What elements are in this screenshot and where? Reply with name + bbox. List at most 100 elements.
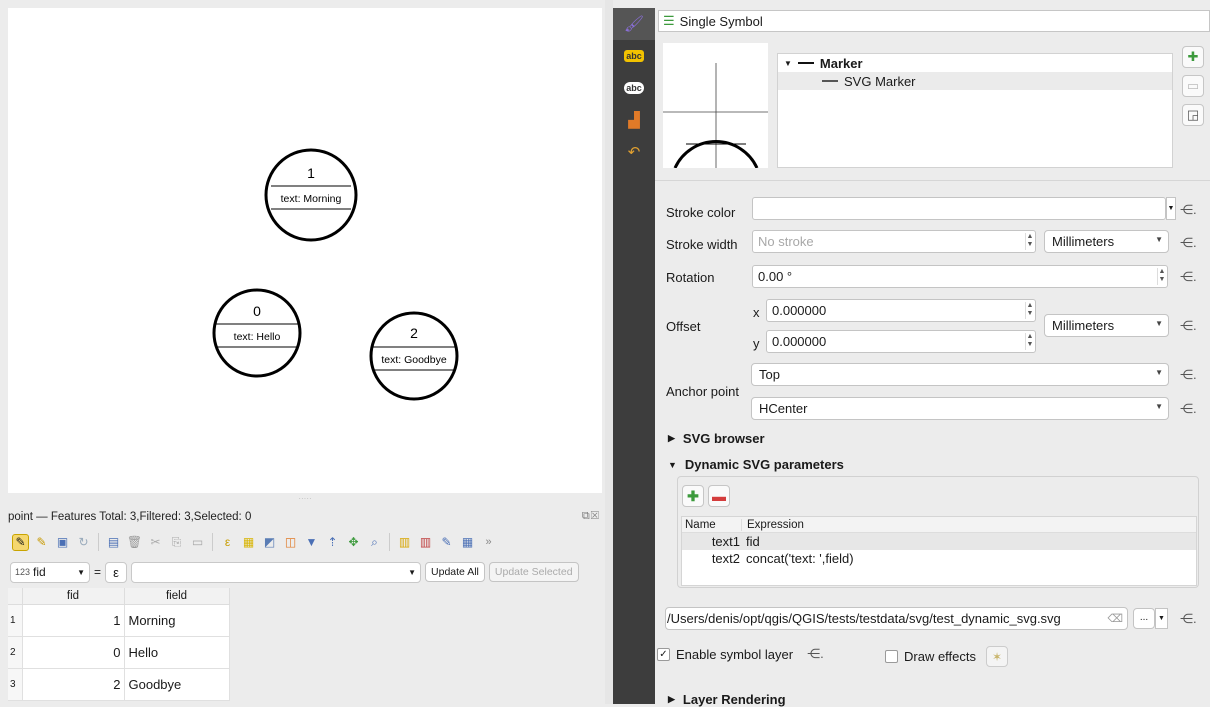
offset-unit-select[interactable]: Millimeters ▼ (1044, 314, 1169, 337)
enable-symbol-layer-checkbox[interactable]: ✓ (657, 647, 670, 661)
renderer-select[interactable]: ☰ Single Symbol (658, 10, 1210, 32)
move-selection-top-icon[interactable]: ⇡ (324, 534, 341, 551)
expression-input[interactable]: ▼ (131, 561, 422, 583)
row-number[interactable]: 2 (8, 636, 23, 669)
spinbox-arrows-icon[interactable]: ▲ ▼ (1025, 233, 1034, 250)
paste-icon[interactable]: ▭ (189, 534, 206, 551)
table-row[interactable]: 1 1 Morning (8, 604, 230, 637)
tab-history[interactable]: ↶ (613, 136, 655, 168)
data-defined-icon[interactable]: ⋲. (1180, 269, 1197, 285)
cell-field[interactable]: Morning (124, 604, 230, 637)
zoom-map-icon[interactable]: ⌕ (366, 534, 383, 551)
column-header-name[interactable]: Name (682, 518, 742, 531)
column-header-field[interactable]: field (124, 588, 230, 605)
draw-effects-checkbox[interactable] (885, 650, 898, 663)
enable-symbol-layer[interactable]: ✓ Enable symbol layer ⋲. (657, 646, 824, 662)
data-defined-icon[interactable]: ⋲. (807, 646, 824, 662)
offset-x-input[interactable]: 0.000000 ▲ ▼ (766, 299, 1036, 322)
select-by-expression-icon[interactable]: ε (219, 534, 236, 551)
multi-edit-icon[interactable]: ✎ (33, 534, 50, 551)
reload-icon[interactable]: ↻ (75, 534, 92, 551)
param-expression[interactable]: concat('text: ',field) (742, 551, 854, 566)
effects-star-icon[interactable]: ✶ (986, 646, 1009, 667)
tab-labels[interactable]: abc (613, 40, 655, 72)
lock-color-button[interactable]: ◲ (1182, 104, 1204, 126)
stroke-width-input[interactable]: No stroke ▲ ▼ (752, 230, 1036, 253)
param-name[interactable]: text2 (682, 551, 742, 566)
delete-field-icon[interactable]: ▥ (417, 534, 434, 551)
add-parameter-button[interactable]: ✚ (682, 485, 704, 507)
cut-icon[interactable]: ✂ (147, 534, 164, 551)
offset-y-input[interactable]: 0.000000 ▲ ▼ (766, 330, 1036, 353)
spinbox-arrows-icon[interactable]: ▲ ▼ (1157, 268, 1166, 285)
table-row[interactable]: 2 0 Hello (8, 636, 230, 669)
map-canvas[interactable]: 1 text: Morning 0 text: Hello 2 text: Go… (8, 8, 602, 493)
stroke-color-dropdown[interactable]: ▼ (1166, 197, 1176, 220)
deselect-icon[interactable]: ◫ (282, 534, 299, 551)
tree-item-marker[interactable]: ▼ Marker (778, 54, 1172, 72)
layer-rendering-section[interactable]: ▶ Layer Rendering (668, 692, 786, 707)
dock-float-close-icons[interactable]: ⧉☒ (582, 510, 600, 523)
expression-button[interactable]: ε (105, 561, 128, 583)
tree-item-svg-marker[interactable]: SVG Marker (778, 72, 1172, 90)
row-number[interactable]: 1 (8, 604, 23, 637)
svg-browser-section[interactable]: ▶ SVG browser (668, 431, 765, 446)
organize-columns-icon[interactable]: ✎ (438, 534, 455, 551)
data-defined-icon[interactable]: ⋲. (1180, 318, 1197, 334)
anchor-horizontal-select[interactable]: HCenter ▼ (751, 397, 1169, 420)
invert-selection-icon[interactable]: ◩ (261, 534, 278, 551)
data-defined-icon[interactable]: ⋲. (1180, 367, 1197, 383)
remove-parameter-button[interactable]: ▬ (708, 485, 730, 507)
vertical-splitter[interactable] (605, 0, 613, 704)
cell-fid[interactable]: 1 (22, 604, 125, 637)
horizontal-splitter[interactable]: ····· (8, 495, 602, 503)
toggle-editing-icon[interactable]: ✎ (12, 533, 29, 551)
update-selected-button[interactable]: Update Selected (488, 562, 579, 582)
select-all-icon[interactable]: ▦ (240, 534, 257, 551)
dynamic-svg-section[interactable]: ▼ Dynamic SVG parameters (668, 457, 844, 472)
pan-map-icon[interactable]: ✥ (345, 534, 362, 551)
delete-feature-icon[interactable]: 🗑 (126, 534, 143, 551)
row-number[interactable]: 3 (8, 668, 23, 701)
cell-field[interactable]: Hello (124, 636, 230, 669)
table-row[interactable]: text2 concat('text: ',field) (682, 550, 1196, 567)
map-feature-1[interactable]: 1 text: Morning (264, 148, 358, 242)
map-feature-0[interactable]: 0 text: Hello (212, 288, 302, 378)
data-defined-icon[interactable]: ⋲. (1180, 611, 1197, 627)
data-defined-icon[interactable]: ⋲. (1180, 235, 1197, 251)
param-name[interactable]: text1 (682, 534, 742, 549)
map-feature-2[interactable]: 2 text: Goodbye (369, 311, 459, 401)
tab-symbology[interactable]: 🖌 (613, 8, 655, 40)
rotation-input[interactable]: 0.00 ° ▲ ▼ (752, 265, 1168, 288)
new-field-icon[interactable]: ▥ (396, 534, 413, 551)
field-calculator-icon[interactable]: ▦ (459, 534, 476, 551)
stroke-color-button[interactable] (752, 197, 1166, 220)
add-feature-icon[interactable]: ▤ (105, 534, 122, 551)
cell-fid[interactable]: 2 (22, 668, 125, 701)
data-defined-icon[interactable]: ⋲. (1180, 202, 1197, 218)
svg-path-input[interactable]: /Users/denis/opt/qgis/QGIS/tests/testdat… (665, 607, 1128, 630)
copy-icon[interactable]: ⎘ (168, 534, 185, 551)
column-header-expression[interactable]: Expression (742, 519, 804, 531)
spinbox-arrows-icon[interactable]: ▲ ▼ (1025, 302, 1034, 319)
draw-effects[interactable]: Draw effects ✶ (885, 646, 1009, 667)
cell-fid[interactable]: 0 (22, 636, 125, 669)
cell-field[interactable]: Goodbye (124, 668, 230, 701)
anchor-vertical-select[interactable]: Top ▼ (751, 363, 1169, 386)
tab-3d-view[interactable]: ▟ (613, 104, 655, 136)
clear-icon[interactable]: ⌫ (1103, 612, 1123, 625)
save-edits-icon[interactable]: ▣ (54, 534, 71, 551)
table-row[interactable]: text1 fid (682, 533, 1196, 550)
browse-dropdown[interactable]: ▼ (1155, 608, 1168, 629)
tab-masks[interactable]: abc (613, 72, 655, 104)
data-defined-icon[interactable]: ⋲. (1180, 401, 1197, 417)
table-row[interactable]: 3 2 Goodbye (8, 668, 230, 701)
filter-icon[interactable]: ▼ (303, 534, 320, 551)
update-all-button[interactable]: Update All (425, 562, 485, 582)
field-select[interactable]: 123 fid ▼ (10, 561, 90, 583)
remove-symbol-layer-button[interactable]: ▭ (1182, 75, 1204, 97)
browse-button[interactable]: ... (1133, 608, 1155, 629)
stroke-width-unit-select[interactable]: Millimeters ▼ (1044, 230, 1169, 253)
param-expression[interactable]: fid (742, 534, 760, 549)
spinbox-arrows-icon[interactable]: ▲ ▼ (1025, 333, 1034, 350)
